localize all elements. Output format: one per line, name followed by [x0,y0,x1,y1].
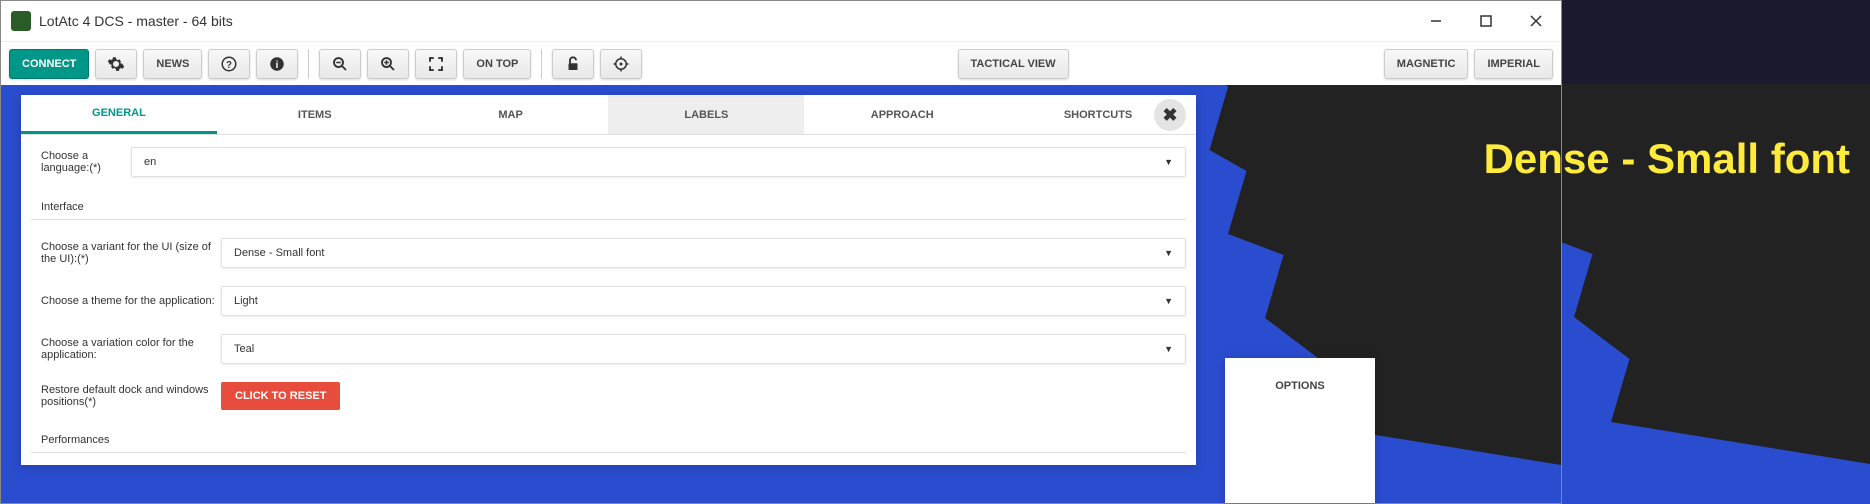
theme-value: Light [234,295,258,307]
fullscreen-icon [427,55,445,73]
minimize-button[interactable] [1421,6,1451,36]
help-icon: ? [220,55,238,73]
annotation-text: Dense - Small font [1484,135,1850,183]
settings-panel: GENERAL ITEMS MAP LABELS APPROACH SHORTC… [21,95,1196,465]
variant-row: Choose a variant for the UI (size of the… [31,238,1186,268]
app-icon [11,11,31,31]
reset-label: Restore default dock and windows positio… [31,384,221,408]
language-value: en [144,156,156,168]
performances-section-title: Performances [31,428,1186,453]
center-button[interactable] [600,49,642,79]
language-label: Choose a language:(*) [31,150,131,174]
settings-tabs: GENERAL ITEMS MAP LABELS APPROACH SHORTC… [21,95,1196,135]
news-button[interactable]: NEWS [143,49,202,79]
language-row: Choose a language:(*) en [31,147,1186,177]
lock-button[interactable] [552,49,594,79]
toolbar-separator [541,49,542,79]
svg-text:i: i [276,59,279,70]
info-icon: i [268,55,286,73]
crosshair-icon [612,55,630,73]
svg-text:?: ? [226,59,232,70]
titlebar: LotAtc 4 DCS - master - 64 bits [1,1,1561,41]
toolbar-separator [308,49,309,79]
close-icon: ✖ [1162,105,1177,126]
imperial-button[interactable]: IMPERIAL [1474,49,1553,79]
window-controls [1421,6,1551,36]
info-button[interactable]: i [256,49,298,79]
color-value: Teal [234,343,254,355]
variant-label: Choose a variant for the UI (size of the… [31,241,221,265]
zoom-out-button[interactable] [319,49,361,79]
zoom-out-icon [331,55,349,73]
close-panel-button[interactable]: ✖ [1154,99,1186,131]
reset-button[interactable]: CLICK TO RESET [221,382,340,410]
color-row: Choose a variation color for the applica… [31,334,1186,364]
interface-section-title: Interface [31,195,1186,220]
gear-icon [107,55,125,73]
options-title: OPTIONS [1225,358,1375,414]
tab-map[interactable]: MAP [413,95,609,134]
main-window: LotAtc 4 DCS - master - 64 bits CONNECT … [0,0,1562,504]
options-panel: OPTIONS [1225,358,1375,503]
help-button[interactable]: ? [208,49,250,79]
zoom-in-button[interactable] [367,49,409,79]
language-select[interactable]: en [131,147,1186,177]
variant-value: Dense - Small font [234,247,324,259]
zoom-in-icon [379,55,397,73]
connect-button[interactable]: CONNECT [9,49,89,79]
tab-approach[interactable]: APPROACH [804,95,1000,134]
tab-labels[interactable]: LABELS [608,95,804,134]
unlock-icon [564,55,582,73]
maximize-button[interactable] [1471,6,1501,36]
tab-items[interactable]: ITEMS [217,95,413,134]
color-select[interactable]: Teal [221,334,1186,364]
color-label: Choose a variation color for the applica… [31,337,221,361]
tab-general[interactable]: GENERAL [21,95,217,134]
toolbar: CONNECT NEWS ? i ON TOP TACTICAL VIEW [1,41,1561,85]
tactical-view-button[interactable]: TACTICAL VIEW [958,49,1069,79]
close-button[interactable] [1521,6,1551,36]
on-top-button[interactable]: ON TOP [463,49,531,79]
magnetic-button[interactable]: MAGNETIC [1384,49,1469,79]
theme-label: Choose a theme for the application: [31,295,221,307]
variant-select[interactable]: Dense - Small font [221,238,1186,268]
fullscreen-button[interactable] [415,49,457,79]
window-title: LotAtc 4 DCS - master - 64 bits [39,13,1421,29]
settings-button[interactable] [95,49,137,79]
reset-row: Restore default dock and windows positio… [31,382,1186,410]
panel-body: Choose a language:(*) en Interface Choos… [21,135,1196,465]
theme-select[interactable]: Light [221,286,1186,316]
theme-row: Choose a theme for the application: Ligh… [31,286,1186,316]
